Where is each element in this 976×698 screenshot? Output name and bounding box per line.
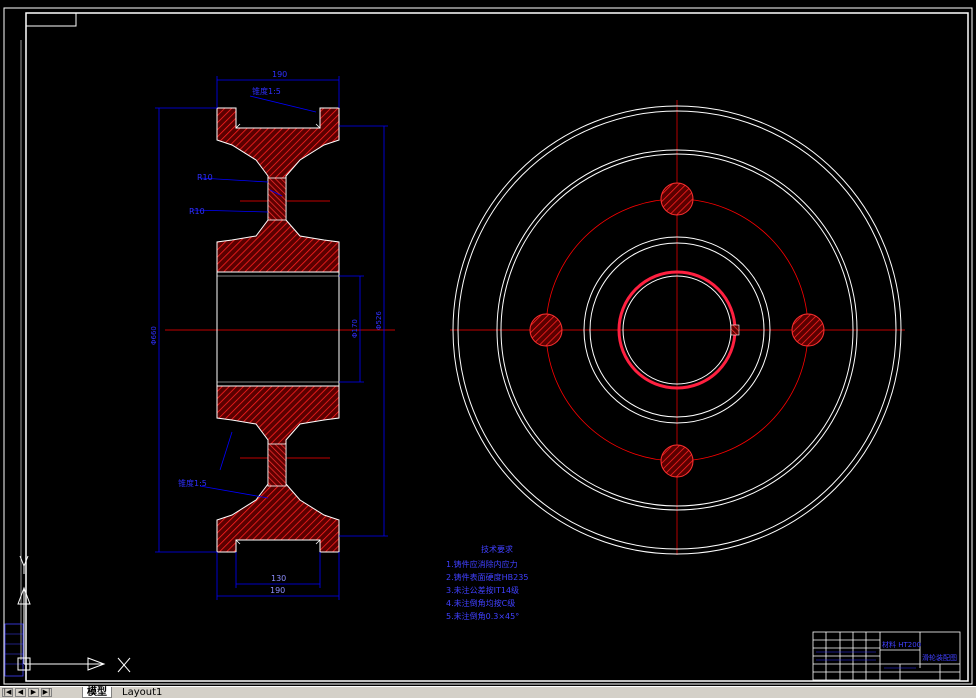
bolt-hole-right xyxy=(791,313,825,347)
drawing-frame xyxy=(3,7,973,685)
tech-req-3: 3.未注公差按IT14级 xyxy=(446,585,519,595)
tech-requirements-title: 技术要求 xyxy=(481,544,513,554)
dim-outer-diameter: Φ660 xyxy=(150,326,158,345)
drawing-canvas[interactable]: 190 190 130 R10 R10 锥度1:5 锥度1:5 Φ660 Φ52… xyxy=(0,0,976,686)
dim-fillet-b: R10 xyxy=(189,207,205,216)
bolt-hole-left xyxy=(529,313,563,347)
first-tab-button[interactable]: |◀ xyxy=(2,688,13,697)
next-tab-button[interactable]: ▶ xyxy=(28,688,39,697)
bolt-hole-bottom xyxy=(660,444,694,478)
tab-layout1[interactable]: Layout1 xyxy=(118,687,166,698)
side-markers xyxy=(4,40,24,677)
last-tab-button[interactable]: ▶| xyxy=(41,688,52,697)
tech-req-5: 5.未注倒角0.3×45° xyxy=(446,611,519,621)
dim-width-bottom: 190 xyxy=(270,586,285,595)
dim-bore-diameter: Φ170 xyxy=(351,319,359,338)
tab-model[interactable]: 模型 xyxy=(82,687,112,698)
tech-requirements: 技术要求 1.铸件应消除内应力 2.铸件表面硬度HB235 3.未注公差按IT1… xyxy=(446,544,528,621)
title-block-name: 滑轮装配图 xyxy=(922,653,957,662)
ucs-icon xyxy=(17,555,131,673)
dim-groove-diameter: Φ526 xyxy=(375,311,383,330)
tech-req-4: 4.未注倒角均按C级 xyxy=(446,598,515,608)
section-view xyxy=(155,76,395,600)
tech-req-1: 1.铸件应消除内应力 xyxy=(446,559,518,569)
dim-taper-top: 锥度1:5 xyxy=(252,86,281,96)
bolt-hole-top xyxy=(660,182,694,216)
dim-taper-bottom: 锥度1:5 xyxy=(178,478,207,488)
dim-groove-width: 130 xyxy=(271,574,286,583)
dim-fillet-a: R10 xyxy=(197,173,213,182)
layout-tab-bar: |◀ ◀ ▶ ▶| 模型 Layout1 xyxy=(0,686,976,698)
tech-req-2: 2.铸件表面硬度HB235 xyxy=(446,572,528,582)
prev-tab-button[interactable]: ◀ xyxy=(15,688,26,697)
dim-width-top: 190 xyxy=(272,70,287,79)
front-view xyxy=(450,100,905,555)
title-block-material: 材料 HT200 xyxy=(882,640,921,649)
